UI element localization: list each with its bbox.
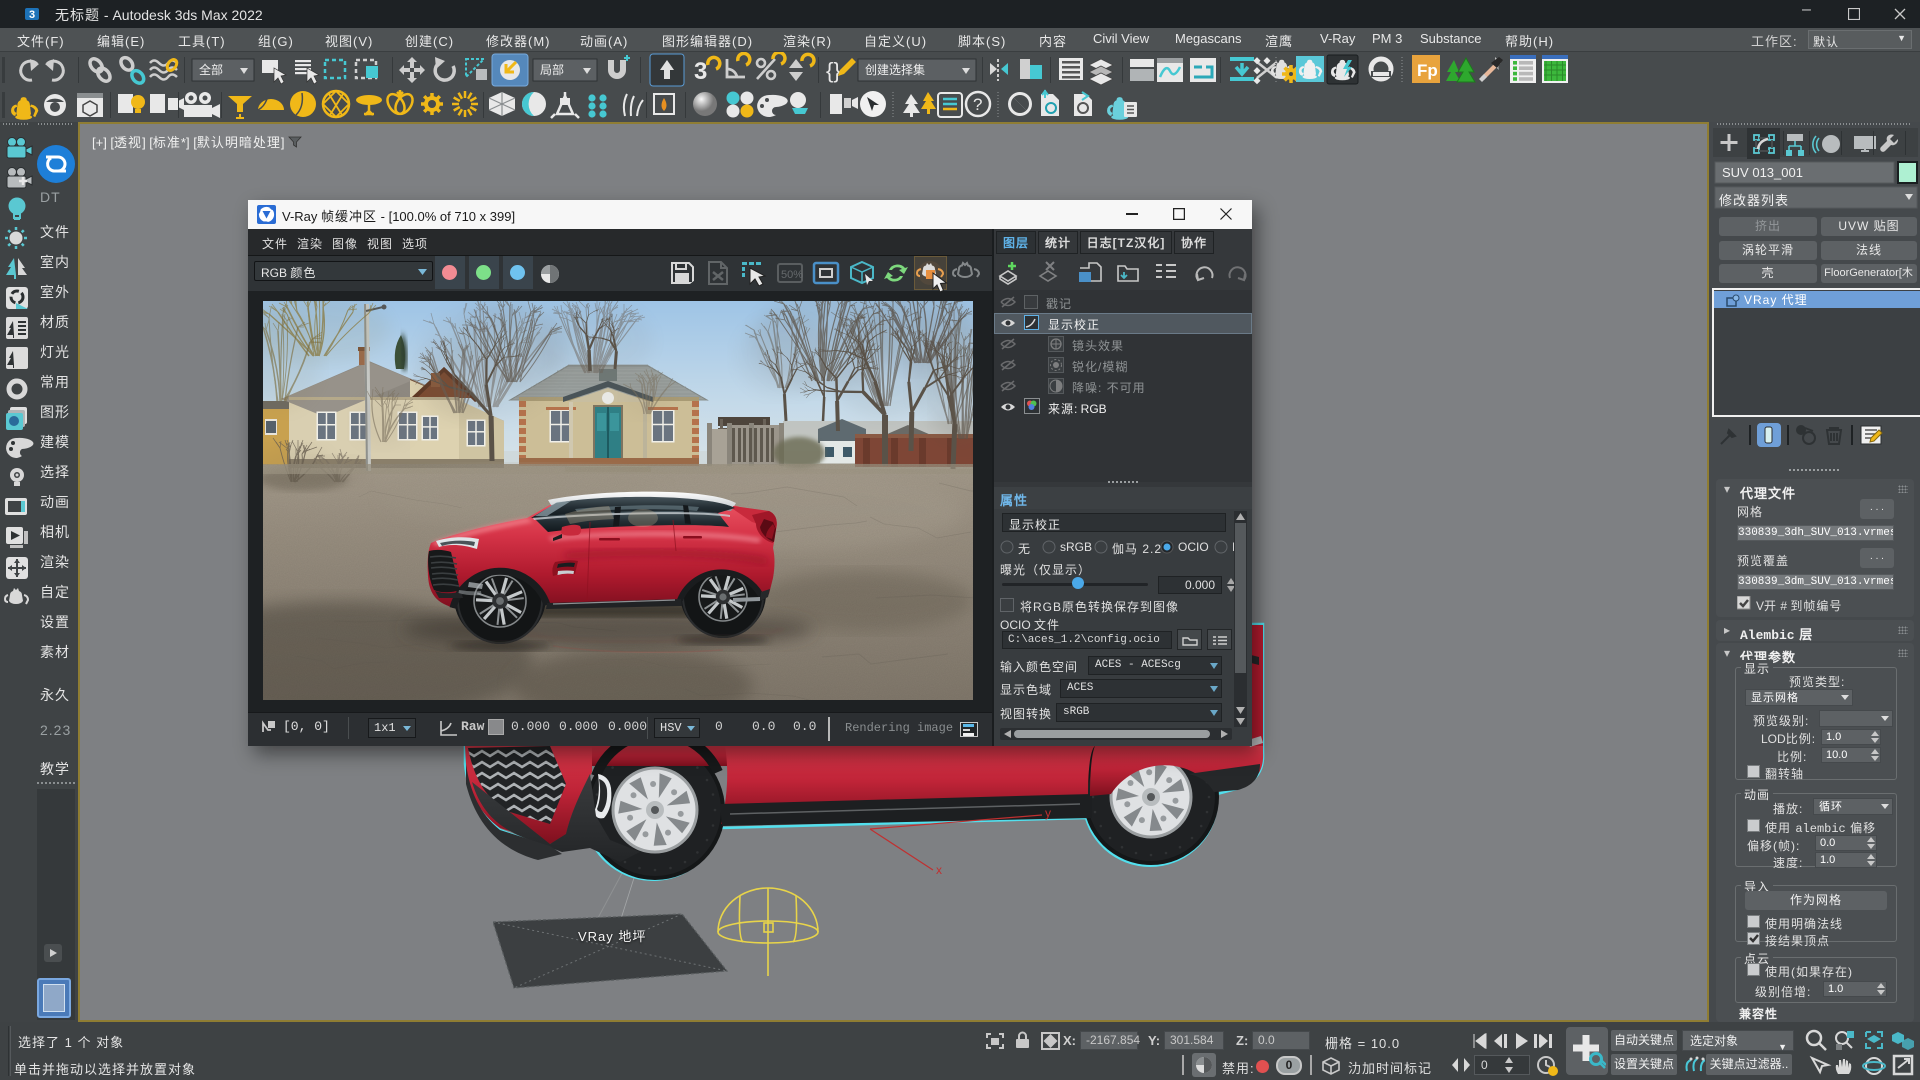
svg-text:50%: 50% xyxy=(781,269,803,281)
svg-text:y: y xyxy=(1045,806,1051,820)
svg-text:全部: 全部 xyxy=(199,62,223,77)
svg-text:x: x xyxy=(936,863,942,877)
svg-text:3: 3 xyxy=(694,58,707,85)
svg-text:SUV 013_001: SUV 013_001 xyxy=(1722,165,1803,180)
svg-text:局部: 局部 xyxy=(540,62,564,77)
svg-text:创建选择集: 创建选择集 xyxy=(865,62,925,77)
svg-text:Fp: Fp xyxy=(1417,61,1438,80)
svg-text:?: ? xyxy=(973,95,982,114)
svg-text:{}: {} xyxy=(826,58,841,83)
svg-text:3: 3 xyxy=(29,9,35,21)
